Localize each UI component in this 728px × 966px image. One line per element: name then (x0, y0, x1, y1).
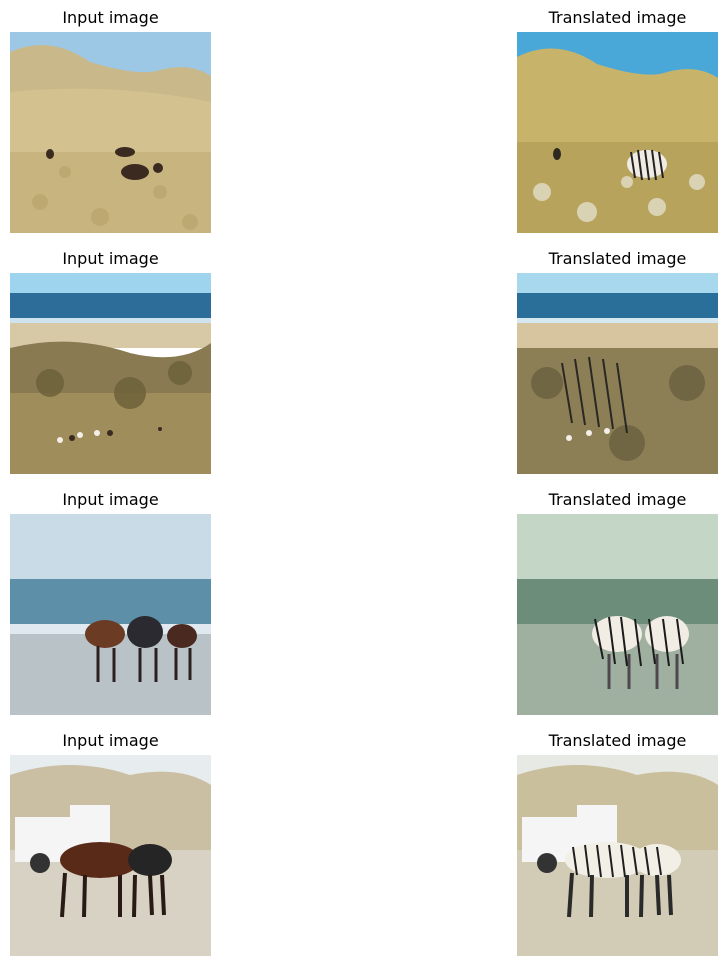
translated-image-dunes-zebras (517, 273, 718, 474)
translated-image-title: Translated image (548, 490, 687, 509)
translated-image-truck-zebras (517, 755, 718, 956)
input-image-grassland-horses (10, 32, 211, 233)
input-image-title: Input image (62, 731, 159, 750)
input-image-title: Input image (62, 490, 159, 509)
translated-image-title: Translated image (548, 731, 687, 750)
input-image-beach-horses (10, 514, 211, 715)
input-image-title: Input image (62, 8, 159, 27)
translated-image-title: Translated image (548, 8, 687, 27)
input-image-dunes-horses (10, 273, 211, 474)
input-image-truck-horses (10, 755, 211, 956)
translated-image-beach-zebras (517, 514, 718, 715)
translated-image-title: Translated image (548, 249, 687, 268)
translated-image-grassland-zebra (517, 32, 718, 233)
input-image-title: Input image (62, 249, 159, 268)
